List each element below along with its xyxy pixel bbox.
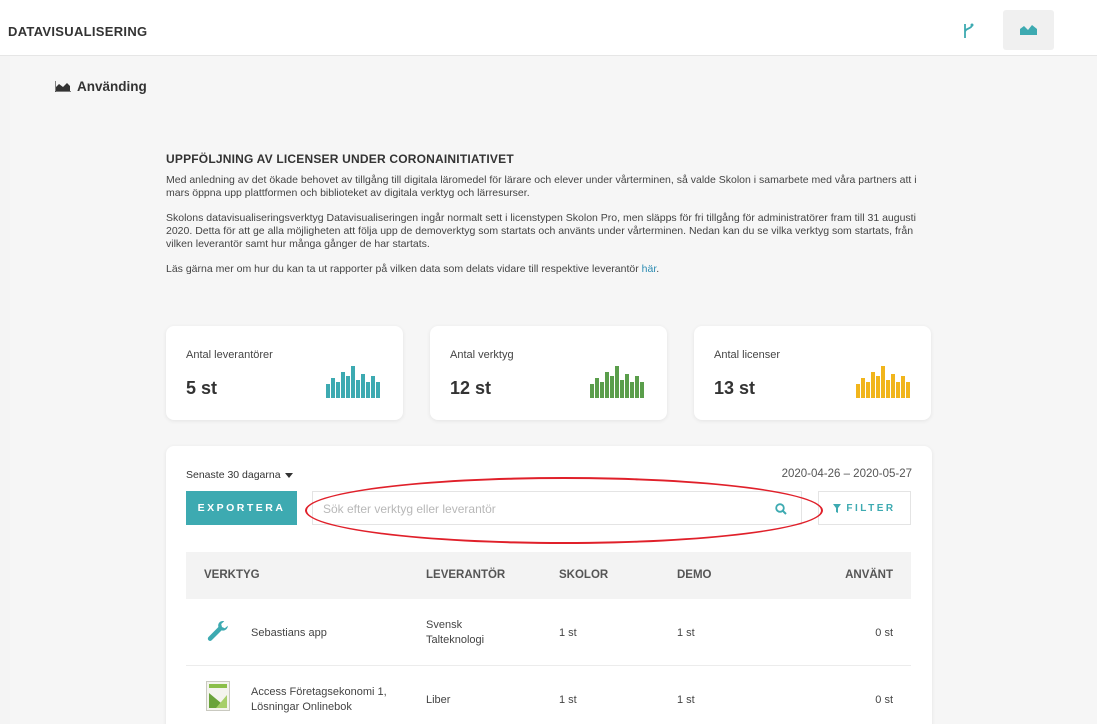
column-header-used[interactable]: ANVÄNT — [845, 569, 893, 581]
branch-icon[interactable] — [962, 23, 976, 39]
tool-name-line1: Access Företagsekonomi 1, — [251, 686, 387, 698]
filter-label: FILTER — [846, 502, 896, 514]
table-header: VERKTYG LEVERANTÖR SKOLOR DEMO ANVÄNT — [186, 552, 911, 599]
intro-section: UPPFÖLJNING AV LICENSER UNDER CORONAINIT… — [166, 153, 936, 288]
area-chart-icon — [55, 81, 71, 92]
top-bar: DATAVISUALISERING — [0, 0, 1097, 56]
stat-card-licenses: Antal licenser 13 st — [694, 326, 931, 420]
search-box — [312, 491, 802, 525]
section-title-text: Använding — [77, 79, 147, 94]
book-cover-icon — [206, 681, 230, 711]
table-row[interactable]: Sebastians app Svensk Talteknologi 1 st … — [186, 599, 911, 666]
demo-count: 1 st — [677, 627, 695, 639]
tools-table: VERKTYG LEVERANTÖR SKOLOR DEMO ANVÄNT Se… — [186, 552, 911, 724]
area-chart-nav-button[interactable] — [1003, 10, 1054, 50]
range-select-label: Senaste 30 dagarna — [186, 469, 281, 481]
column-header-schools[interactable]: SKOLOR — [559, 569, 608, 581]
filter-icon — [833, 503, 842, 513]
read-more-link[interactable]: här — [642, 263, 657, 275]
schools-count: 1 st — [559, 627, 577, 639]
filter-button[interactable]: FILTER — [818, 491, 911, 525]
tool-name-line2: Lösningar Onlinebok — [251, 701, 352, 713]
column-header-demo[interactable]: DEMO — [677, 569, 712, 581]
stat-value: 5 st — [186, 378, 218, 398]
vendor-name-line1: Svensk — [426, 619, 463, 631]
bar-sparkline-icon — [856, 366, 910, 398]
wrench-icon — [207, 621, 228, 641]
stat-card-tools: Antal verktyg 12 st — [430, 326, 667, 420]
area-chart-icon — [1020, 25, 1037, 35]
column-header-tool[interactable]: VERKTYG — [204, 569, 260, 581]
vendor-name: Svensk Talteknologi — [426, 618, 484, 648]
intro-paragraph-3-end: . — [656, 263, 660, 275]
search-input[interactable] — [323, 500, 763, 518]
export-button[interactable]: EXPORTERA — [186, 491, 297, 525]
tool-name: Access Företagsekonomi 1, Lösningar Onli… — [251, 685, 387, 715]
range-select[interactable]: Senaste 30 dagarna — [186, 469, 293, 481]
demo-count: 1 st — [677, 694, 695, 706]
caret-down-icon — [284, 472, 293, 478]
column-header-vendor[interactable]: LEVERANTÖR — [426, 569, 505, 581]
intro-heading: UPPFÖLJNING AV LICENSER UNDER CORONAINIT… — [166, 152, 514, 166]
stat-label: Antal licenser — [714, 349, 781, 361]
usage-panel: Senaste 30 dagarna 2020-04-26 – 2020-05-… — [166, 446, 932, 724]
tool-name: Sebastians app — [251, 627, 327, 639]
bar-sparkline-icon — [590, 366, 644, 398]
vendor-name: Liber — [426, 694, 451, 706]
app-title: DATAVISUALISERING — [8, 24, 148, 39]
bar-sparkline-icon — [326, 366, 380, 398]
used-count: 0 st — [875, 627, 893, 639]
stat-label: Antal leverantörer — [186, 349, 273, 361]
stat-card-vendors: Antal leverantörer 5 st — [166, 326, 403, 420]
search-icon[interactable] — [775, 503, 787, 515]
table-row[interactable]: Access Företagsekonomi 1, Lösningar Onli… — [186, 666, 911, 724]
intro-paragraph-2: Skolons datavisualiseringsverktyg Datavi… — [166, 212, 916, 250]
stat-label: Antal verktyg — [450, 349, 514, 361]
vendor-name-line2: Talteknologi — [426, 634, 485, 646]
date-range: 2020-04-26 – 2020-05-27 — [781, 468, 912, 480]
intro-paragraph-3-text: Läs gärna mer om hur du kan ta ut rappor… — [166, 263, 642, 275]
used-count: 0 st — [875, 694, 893, 706]
section-title: Använding — [55, 79, 147, 94]
intro-paragraph-3: Läs gärna mer om hur du kan ta ut rappor… — [166, 263, 936, 276]
intro-paragraph-1: Med anledning av det ökade behovet av ti… — [166, 174, 917, 199]
stat-value: 13 st — [714, 378, 756, 398]
schools-count: 1 st — [559, 694, 577, 706]
stat-value: 12 st — [450, 378, 492, 398]
